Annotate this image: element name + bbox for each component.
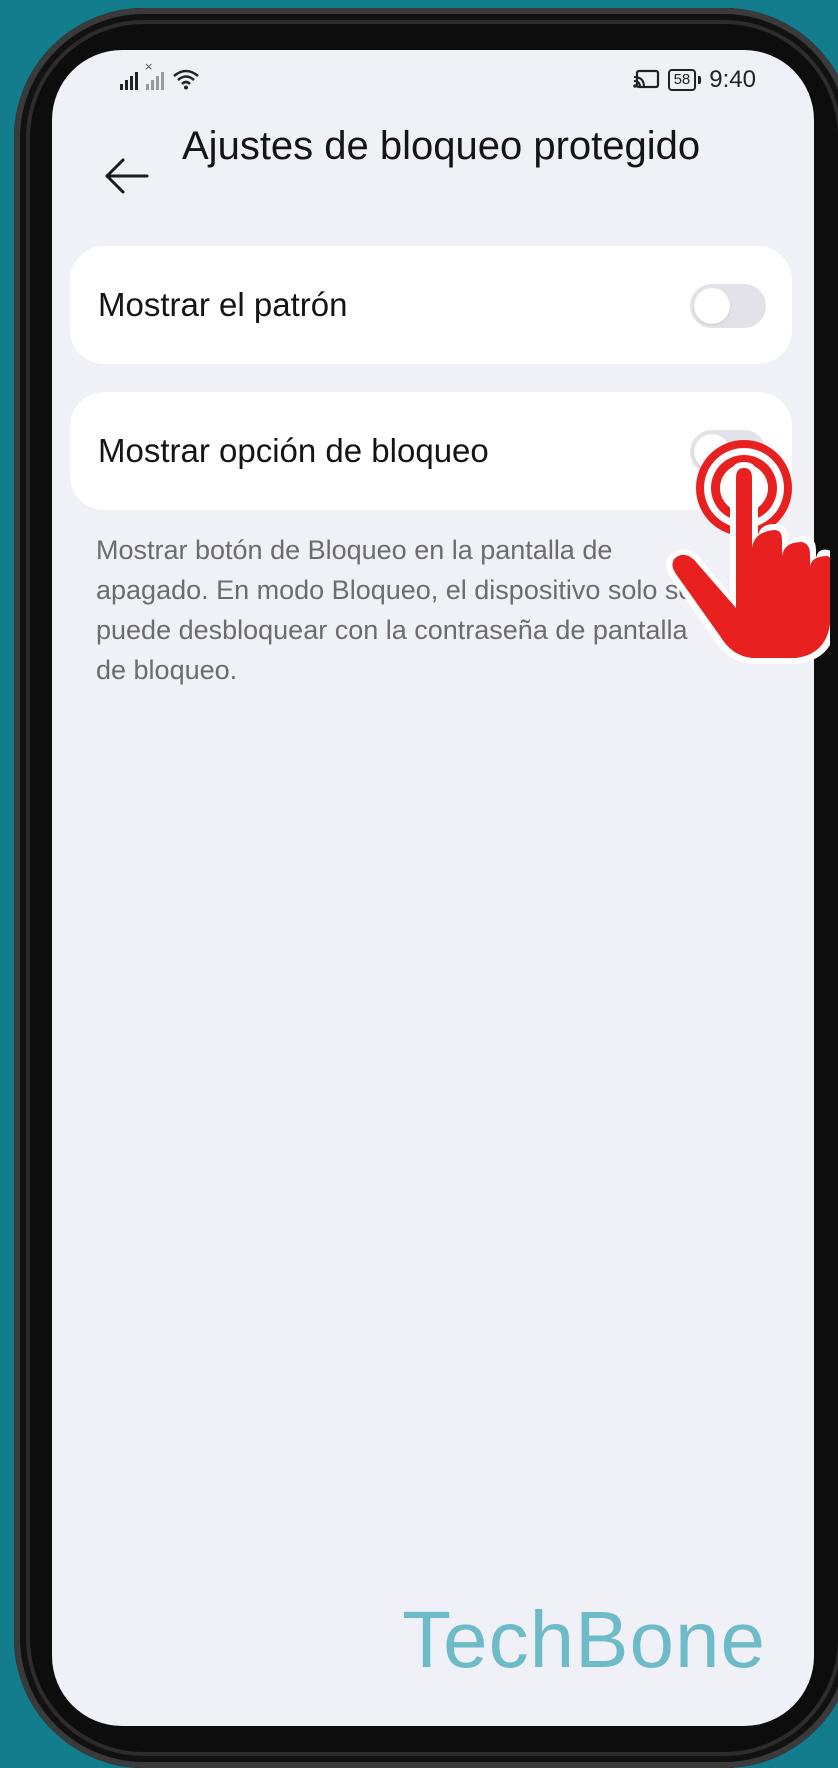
signal-no-sim-icon bbox=[144, 60, 164, 90]
status-right-icons: 58 9:40 bbox=[632, 66, 756, 94]
page-title: Ajustes de bloqueo protegido bbox=[182, 124, 701, 168]
setting-label: Mostrar el patrón bbox=[98, 286, 348, 323]
battery-level: 58 bbox=[667, 69, 697, 91]
signal-icon bbox=[120, 70, 138, 90]
toggle-knob bbox=[694, 288, 730, 324]
battery-icon: 58 bbox=[667, 69, 702, 91]
status-left-icons bbox=[120, 60, 200, 90]
tap-hand-icon bbox=[665, 440, 830, 664]
show-pattern-toggle[interactable] bbox=[690, 284, 766, 328]
setting-label: Mostrar opción de bloqueo bbox=[98, 432, 489, 469]
back-button[interactable] bbox=[96, 146, 156, 206]
setting-description: Mostrar botón de Bloqueo en la pantalla … bbox=[96, 535, 694, 685]
arrow-left-icon bbox=[105, 158, 149, 194]
techbone-watermark: TechBone bbox=[402, 1595, 766, 1684]
cast-icon bbox=[632, 69, 659, 89]
status-time: 9:40 bbox=[709, 66, 756, 93]
status-bar: 58 9:40 bbox=[52, 50, 814, 110]
phone-screen: 58 9:40 Ajustes de bloqueo protegido Mos… bbox=[52, 50, 814, 1726]
setting-row-show-pattern[interactable]: Mostrar el patrón bbox=[70, 246, 792, 364]
wifi-icon bbox=[173, 69, 199, 90]
